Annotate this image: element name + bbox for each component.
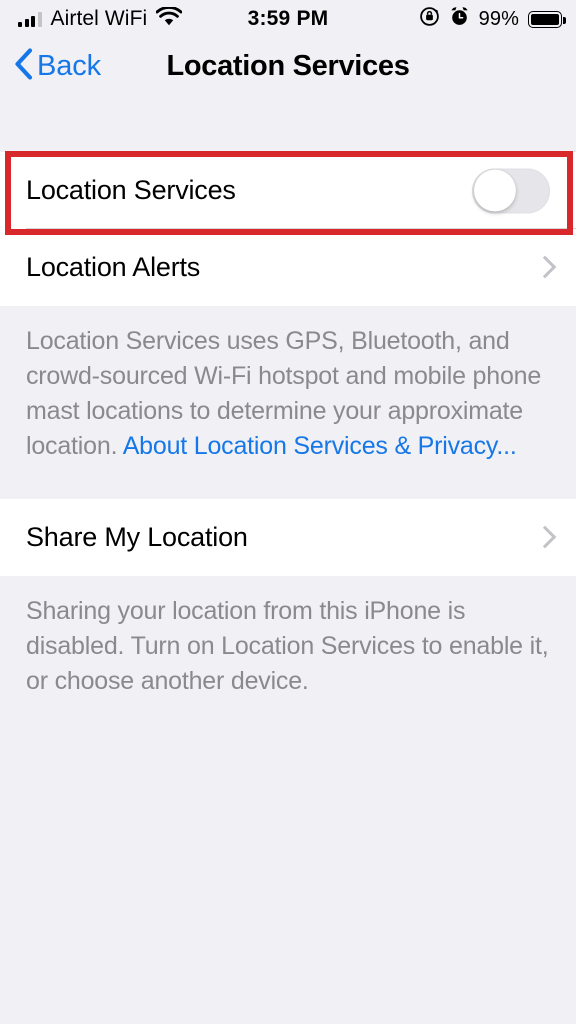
about-location-privacy-link[interactable]: About Location Services & Privacy... xyxy=(123,432,517,460)
navigation-bar: Back Location Services xyxy=(0,38,576,95)
bottom-filler xyxy=(0,719,576,959)
share-my-location-label: Share My Location xyxy=(26,522,248,552)
location-alerts-label: Location Alerts xyxy=(26,252,201,282)
share-location-section: Share My Location xyxy=(0,499,576,576)
location-services-description: Location Services uses GPS, Bluetooth, a… xyxy=(0,306,576,484)
location-services-label: Location Services xyxy=(26,175,236,205)
location-section: Location Services Location Alerts xyxy=(0,152,576,306)
settings-list: Location Services Location Alerts Locati… xyxy=(0,95,576,1024)
status-bar: Airtel WiFi 3:59 PM 99% xyxy=(0,0,576,38)
share-location-description: Sharing your location from this iPhone i… xyxy=(0,576,576,719)
page-title: Location Services xyxy=(166,50,410,82)
share-my-location-row[interactable]: Share My Location xyxy=(0,499,576,576)
iphone-settings-screen: Airtel WiFi 3:59 PM 99% Back Location Se… xyxy=(0,0,576,1024)
battery-percent-label: 99% xyxy=(478,7,519,30)
location-alerts-row[interactable]: Location Alerts xyxy=(0,229,576,306)
location-services-toggle[interactable] xyxy=(472,168,550,213)
alarm-clock-icon xyxy=(449,6,470,32)
section-spacer xyxy=(0,484,576,499)
location-services-toggle-row[interactable]: Location Services xyxy=(0,152,576,229)
toggle-knob xyxy=(473,169,516,212)
status-bar-right: 99% xyxy=(419,6,566,32)
rotation-lock-icon xyxy=(419,6,440,32)
battery-icon xyxy=(528,10,566,28)
top-spacer xyxy=(0,95,576,152)
chevron-right-icon xyxy=(536,255,551,281)
chevron-right-icon xyxy=(536,525,551,551)
